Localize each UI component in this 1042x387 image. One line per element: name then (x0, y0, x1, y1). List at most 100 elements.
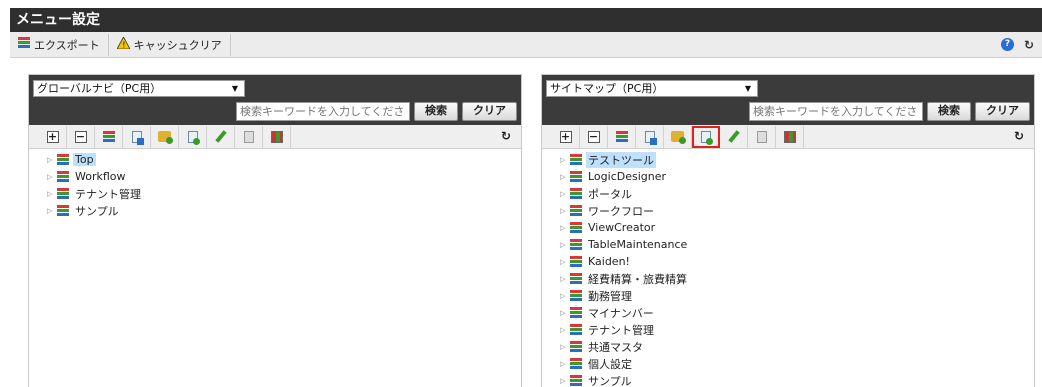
clear-button[interactable]: クリア (975, 102, 1030, 121)
add-link-icon[interactable] (179, 125, 207, 148)
tree-toolbar: + − ↻ (29, 125, 521, 149)
tree-node[interactable]: ▷ ポータル (542, 185, 1034, 202)
menu-node-icon (570, 154, 582, 165)
menu-select[interactable]: サイトマップ（PC用） ▼ (546, 80, 758, 97)
menu-select[interactable]: グローバルナビ（PC用） ▼ (33, 80, 245, 97)
expand-arrow-icon[interactable]: ▷ (560, 258, 568, 266)
menu-node-icon (570, 341, 582, 352)
help-icon[interactable]: ? (1000, 38, 1014, 51)
global-nav-pane: グローバルナビ（PC用） ▼ 検索 クリア + − ↻ ▷ Top ▷ Workfl… (28, 74, 522, 387)
export-label: エクスポート (34, 38, 100, 52)
expand-arrow-icon[interactable]: ▷ (560, 292, 568, 300)
tree-node-label: サンプル (588, 374, 632, 387)
tree-node[interactable]: ▷ テナント管理 (29, 185, 521, 202)
expand-arrow-icon[interactable]: ▷ (560, 275, 568, 283)
menu-node-icon (570, 222, 582, 233)
add-menu-icon[interactable] (95, 125, 123, 148)
collapse-all-icon[interactable]: − (580, 125, 608, 148)
add-menu-icon[interactable] (608, 125, 636, 148)
menu-tree: ▷ Top ▷ Workflow ▷ テナント管理 ▷ サンプル (29, 149, 521, 219)
add-link-icon[interactable] (692, 125, 720, 148)
add-page-icon[interactable] (123, 125, 151, 148)
tree-node-label: 個人設定 (588, 357, 632, 371)
main-toolbar: エクスポート ! キャッシュクリア ? ↻ (10, 32, 1042, 58)
expand-arrow-icon[interactable]: ▷ (560, 190, 568, 198)
tree-node[interactable]: ▷ Kaiden! (542, 253, 1034, 270)
expand-arrow-icon[interactable]: ▷ (560, 224, 568, 232)
tree-node[interactable]: ▷ テナント管理 (542, 321, 1034, 338)
expand-arrow-icon[interactable]: ▷ (560, 377, 568, 385)
add-folder-icon[interactable] (664, 125, 692, 148)
menu-tree: ▷ テストツール ▷ LogicDesigner ▷ ポータル ▷ ワークフロー ▷ Vi… (542, 149, 1034, 387)
tree-node[interactable]: ▷ 勤務管理 (542, 287, 1034, 304)
chevron-down-icon: ▼ (744, 84, 751, 93)
tree-refresh-icon[interactable]: ↻ (501, 129, 511, 143)
tree-node-label: Workflow (75, 170, 126, 183)
menu-node-icon (570, 273, 582, 284)
tree-node-label: ポータル (588, 187, 632, 201)
add-folder-icon[interactable] (151, 125, 179, 148)
expand-arrow-icon[interactable]: ▷ (560, 207, 568, 215)
menu-node-icon (57, 154, 69, 165)
edit-pencil-icon[interactable] (207, 125, 235, 148)
tree-node[interactable]: ▷ 個人設定 (542, 355, 1034, 372)
expand-arrow-icon[interactable]: ▷ (560, 173, 568, 181)
refresh-icon[interactable]: ↻ (1024, 38, 1034, 52)
expand-arrow-icon[interactable]: ▷ (47, 190, 55, 198)
tree-node-label: 経費精算・旅費精算 (588, 272, 687, 286)
tree-node[interactable]: ▷ テストツール (542, 151, 1034, 168)
tree-node[interactable]: ▷ ViewCreator (542, 219, 1034, 236)
menu-node-icon (57, 188, 69, 199)
tree-node[interactable]: ▷ 経費精算・旅費精算 (542, 270, 1034, 287)
tree-node[interactable]: ▷ TableMaintenance (542, 236, 1034, 253)
tree-refresh-icon[interactable]: ↻ (1014, 129, 1024, 143)
menu-node-icon (570, 171, 582, 182)
tree-node[interactable]: ▷ サンプル (29, 202, 521, 219)
search-input[interactable] (749, 102, 923, 121)
export-button[interactable]: エクスポート (10, 33, 109, 56)
expand-arrow-icon[interactable]: ▷ (560, 360, 568, 368)
search-input[interactable] (236, 102, 410, 121)
menu-node-icon (570, 307, 582, 318)
expand-arrow-icon[interactable]: ▷ (560, 343, 568, 351)
collapse-all-icon[interactable]: − (67, 125, 95, 148)
search-button[interactable]: 検索 (927, 102, 971, 121)
expand-arrow-icon[interactable]: ▷ (560, 241, 568, 249)
clear-button[interactable]: クリア (462, 102, 517, 121)
edit-pencil-icon[interactable] (720, 125, 748, 148)
tree-node[interactable]: ▷ サンプル (542, 372, 1034, 387)
tree-node-label: サンプル (75, 204, 119, 218)
tree-node[interactable]: ▷ Top (29, 151, 521, 168)
expand-arrow-icon[interactable]: ▷ (560, 156, 568, 164)
expand-arrow-icon[interactable]: ▷ (560, 309, 568, 317)
tree-toolbar: + − ↻ (542, 125, 1034, 149)
tree-node-label: テナント管理 (588, 323, 654, 337)
expand-all-icon[interactable]: + (39, 125, 67, 148)
search-button[interactable]: 検索 (414, 102, 458, 121)
tree-node[interactable]: ▷ ワークフロー (542, 202, 1034, 219)
expand-all-icon[interactable]: + (552, 125, 580, 148)
tree-node[interactable]: ▷ マイナンバー (542, 304, 1034, 321)
tree-node[interactable]: ▷ 共通マスタ (542, 338, 1034, 355)
delete-trash-icon[interactable] (235, 125, 263, 148)
expand-arrow-icon[interactable]: ▷ (47, 173, 55, 181)
expand-arrow-icon[interactable]: ▷ (47, 156, 55, 164)
delete-trash-icon[interactable] (748, 125, 776, 148)
expand-arrow-icon[interactable]: ▷ (560, 326, 568, 334)
clear-cache-button[interactable]: ! キャッシュクリア (109, 33, 231, 56)
grid-icon[interactable] (263, 125, 291, 148)
add-page-icon[interactable] (636, 125, 664, 148)
pane-header: グローバルナビ（PC用） ▼ 検索 クリア (29, 75, 521, 125)
tree-node[interactable]: ▷ Workflow (29, 168, 521, 185)
menu-select-value: サイトマップ（PC用） (550, 82, 664, 95)
pane-header: サイトマップ（PC用） ▼ 検索 クリア (542, 75, 1034, 125)
tree-node-label: LogicDesigner (588, 170, 667, 183)
chevron-down-icon: ▼ (231, 84, 238, 93)
grid-icon[interactable] (776, 125, 804, 148)
expand-arrow-icon[interactable]: ▷ (47, 207, 55, 215)
clear-cache-label: キャッシュクリア (133, 38, 222, 52)
menu-select-value: グローバルナビ（PC用） (37, 82, 162, 95)
tree-node[interactable]: ▷ LogicDesigner (542, 168, 1034, 185)
menu-node-icon (570, 205, 582, 216)
warning-icon: ! (116, 36, 131, 52)
